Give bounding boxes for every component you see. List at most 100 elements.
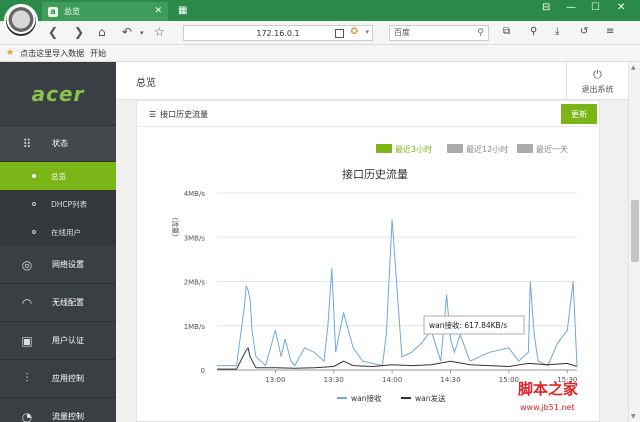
bullet-icon (32, 230, 36, 234)
sidebar-item-auth[interactable]: ▣ 用户认证 (0, 322, 116, 360)
panel-title-text: 接口历史流量 (160, 110, 209, 119)
browser-nav-bar: ❮ ❯ ⌂ ↶ ▾ ☆ 172.16.0.1 ✪ ▾ 百度 ⚲ ⧉ ⚲ ⤓ ↺ … (0, 21, 640, 45)
sidebar-item-app-control[interactable]: ⫶ 应用控制 (0, 360, 116, 398)
watermark-url: www.jb51.net (520, 403, 575, 412)
crop-icon[interactable]: ⧉ (503, 26, 510, 37)
series-line-0 (217, 219, 578, 367)
range-swatch (376, 144, 392, 153)
range-button-0: 最近3小时 (395, 144, 432, 154)
address-bar[interactable]: 172.16.0.1 ✪ ▾ (183, 25, 373, 41)
back-icon[interactable]: ❮ (48, 25, 58, 39)
x-tick-label: 14:00 (382, 376, 402, 384)
main-content: 总览 ⏻ 退出系统 ☰ 接口历史流量 更新 最近3小时 最近12小时 最近一天 接口历… (116, 62, 628, 422)
favorite-star-icon[interactable]: ☆ (154, 25, 165, 39)
tab-grid-icon[interactable]: ▦ (178, 5, 189, 16)
sidebar-subitem-label: 总览 (51, 171, 66, 181)
undo-close-icon[interactable]: ↺ (580, 26, 588, 37)
wifi-icon: ◠ (21, 295, 33, 310)
y-tick-label: 2MB/s (184, 279, 206, 287)
close-tab-icon[interactable]: ✕ (154, 6, 162, 16)
sidebar-item-wireless[interactable]: ◠ 无线配置 (0, 284, 116, 322)
forward-icon[interactable]: ❯ (74, 25, 84, 39)
globe-icon: ◎ (21, 257, 33, 272)
sidebar-subitem-overview[interactable]: 总览 (0, 162, 116, 190)
list-icon: ☰ (149, 110, 157, 119)
scroll-down-icon[interactable]: ▼ (631, 413, 636, 420)
bullet-icon (32, 202, 36, 206)
y-tick-label: 3MB/s (184, 234, 206, 242)
close-window-icon[interactable]: ✕ (617, 2, 625, 13)
search-icon[interactable]: ⚲ (477, 26, 484, 40)
grid-icon: ⠿ (22, 136, 32, 151)
sidebar-subitem-dhcp[interactable]: DHCP列表 (0, 190, 116, 218)
sidebar-item-network[interactable]: ◎ 网络设置 (0, 246, 116, 284)
power-icon: ⏻ (593, 67, 602, 81)
y-tick-label: 0 (201, 367, 205, 375)
tooltip-text: wan接收: 617.84KB/s (429, 320, 507, 330)
bookmark-star-icon: ★ (6, 48, 15, 58)
user-avatar[interactable] (4, 4, 38, 38)
address-dropdown-icon[interactable]: ▾ (365, 28, 369, 36)
id-card-icon: ▣ (21, 333, 33, 348)
legend-label: wan发送 (415, 393, 446, 403)
range-swatch (447, 144, 463, 153)
x-tick-label: 14:30 (440, 376, 460, 384)
tab-favicon: a (48, 6, 58, 17)
bookmarks-bar: ★ 点击这里导入数据 开始 (0, 45, 640, 62)
download-icon[interactable]: ⤓ (555, 26, 559, 37)
scroll-up-icon[interactable]: ▲ (631, 64, 636, 71)
bookmark-import[interactable]: 点击这里导入数据 (20, 48, 84, 59)
y-tick-label: 1MB/s (184, 323, 206, 331)
find-icon[interactable]: ⚲ (530, 26, 537, 37)
accelerate-icon[interactable]: ✪ (350, 27, 358, 37)
tab-title: 总览 (64, 7, 80, 16)
sidebar-item-label: 应用控制 (52, 374, 84, 383)
refresh-button[interactable]: 更新 (561, 104, 597, 124)
sidebar-item-label: 状态 (52, 139, 68, 148)
search-placeholder: 百度 (394, 28, 410, 37)
qr-code-icon[interactable] (335, 29, 344, 38)
chart-title: 接口历史流量 (342, 167, 408, 181)
watermark-logo: 脚本之家 (518, 380, 579, 398)
sidebar-subitem-label: DHCP列表 (51, 199, 88, 209)
range-swatch (517, 144, 533, 153)
sidebar-subitem-online-users[interactable]: 在线用户 (0, 218, 116, 246)
maximize-icon[interactable]: ☐ (591, 2, 600, 13)
bookmark-start[interactable]: 开始 (90, 48, 106, 59)
series-line-1 (217, 346, 578, 370)
y-axis-label: (流量) (171, 217, 180, 237)
panel-title: ☰ 接口历史流量 (149, 109, 208, 120)
sidebar-subitem-label: 在线用户 (51, 227, 81, 237)
window-menu-icon[interactable]: ⊟ (542, 2, 550, 13)
browser-tab[interactable]: a 总览 ✕ (42, 2, 168, 21)
logout-label: 退出系统 (581, 84, 614, 94)
menu-icon[interactable]: ≡ (606, 26, 614, 37)
address-text: 172.16.0.1 (256, 28, 300, 38)
page-scrollbar[interactable]: ▲ ▼ (628, 62, 640, 422)
traffic-history-panel: ☰ 接口历史流量 更新 最近3小时 最近12小时 最近一天 接口历史流量 (流量) 0 1M… (136, 100, 601, 422)
y-tick-label: 4MB/s (184, 190, 206, 198)
sidebar: acer ⠿ 状态 总览 DHCP列表 在线用户 ◎ 网络设置 ◠ 无线配置 ▣… (0, 62, 116, 422)
home-icon[interactable]: ⌂ (98, 25, 106, 39)
sliders-icon: ⫶ (25, 371, 29, 385)
search-box[interactable]: 百度 ⚲ (389, 25, 489, 41)
sidebar-item-label: 网络设置 (52, 260, 84, 269)
browser-tab-bar: a 总览 ✕ ▦ ⊟ — ☐ ✕ (0, 0, 640, 21)
sidebar-item-label: 流量控制 (52, 412, 84, 421)
sidebar-item-traffic[interactable]: ◔ 流量控制 (0, 398, 116, 422)
sidebar-item-label: 无线配置 (52, 298, 84, 307)
page-header: 总览 ⏻ 退出系统 (116, 62, 628, 100)
sidebar-item-status[interactable]: ⠿ 状态 (0, 126, 116, 162)
x-tick-label: 13:30 (324, 376, 344, 384)
legend-label: wan接收 (351, 393, 382, 403)
range-button-1: 最近12小时 (466, 144, 508, 154)
logout-button[interactable]: ⏻ 退出系统 (566, 62, 628, 100)
page-title: 总览 (136, 78, 156, 89)
undo-icon[interactable]: ↶ (122, 25, 132, 39)
minimize-icon[interactable]: — (566, 2, 576, 13)
x-tick-label: 13:00 (265, 376, 285, 384)
undo-dropdown-icon[interactable]: ▾ (140, 29, 144, 37)
acer-logo: acer (0, 62, 116, 126)
scroll-thumb[interactable] (631, 200, 639, 262)
range-button-2: 最近一天 (536, 144, 568, 154)
